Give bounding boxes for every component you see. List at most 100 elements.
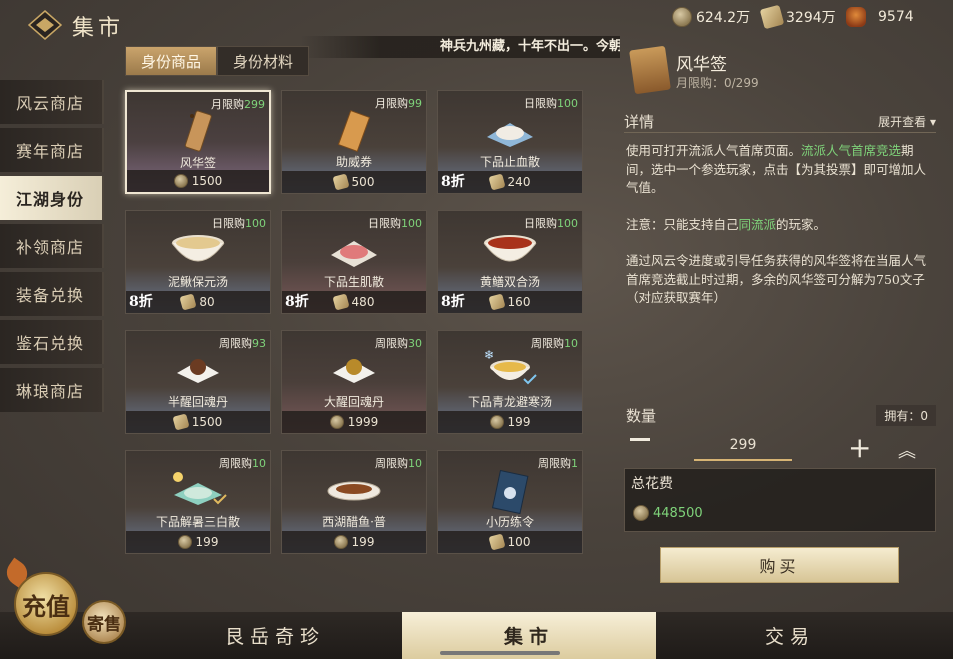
nav-genyue-treasures[interactable]: 艮岳奇珍 — [200, 612, 350, 659]
limit-count: 99 — [408, 97, 422, 110]
item-card[interactable]: 周限购10 下品解暑三白散 199 — [125, 450, 271, 554]
item-card[interactable]: 日限购100 泥鳅保元汤 80 8折 — [125, 210, 271, 314]
coin-icon — [177, 535, 192, 549]
total-cost-value: 448500 — [653, 505, 703, 521]
item-price: 160 — [507, 295, 531, 309]
limit-count: 299 — [244, 98, 265, 111]
powder-green-icon — [168, 469, 228, 513]
price-bar: 199 — [438, 411, 582, 433]
powder-white-icon — [483, 109, 537, 153]
sidebar-item-buling[interactable]: 补领商店 — [0, 224, 104, 268]
limit-text: 周限购93 — [219, 335, 266, 351]
item-card[interactable]: 周限购93 半醒回魂丹 1500 — [125, 330, 271, 434]
desc-paragraph: 使用可打开流派人气首席页面。流派人气首席竞选期间，选中一个参选玩家，点击【为其投… — [626, 142, 936, 198]
market-logo-icon[interactable] — [27, 10, 63, 40]
coin-icon — [489, 415, 504, 429]
item-card[interactable]: 月限购299 风华签 1500 — [125, 90, 271, 194]
price-bar: 199 — [282, 531, 426, 553]
price-bar: 1500 — [127, 170, 269, 192]
item-card[interactable]: 周限购30 大醒回魂丹 1999 — [281, 330, 427, 434]
expand-button[interactable]: 展开查看 ▾ — [878, 113, 936, 130]
currency-ticket-value: 3294万 — [786, 10, 836, 26]
item-price: 199 — [195, 535, 219, 549]
item-name: 大醒回魂丹 — [323, 395, 384, 409]
increase-button[interactable]: + — [848, 434, 871, 462]
item-card[interactable]: 周限购10 ❄ 下品青龙避寒汤 199 — [437, 330, 583, 434]
sidebar-item-jianghu-identity[interactable]: 江湖身份 — [0, 176, 104, 220]
desc-highlight: 同流派 — [738, 216, 777, 232]
home-indicator — [440, 651, 560, 655]
item-card[interactable]: 日限购100 下品生肌散 480 8折 — [281, 210, 427, 314]
limit-count: 100 — [557, 97, 578, 110]
item-name: 泥鳅保元汤 — [167, 275, 228, 289]
currency-coin[interactable]: 624.2万 — [672, 7, 750, 27]
price-bar: 100 — [438, 531, 582, 553]
fish-dish-icon — [324, 469, 384, 513]
quantity-input[interactable]: 299 — [694, 437, 792, 461]
detail-header: 详情 展开查看 ▾ — [624, 111, 936, 133]
shop-sidebar: 风云商店 赛年商店 江湖身份 补领商店 装备兑换 鉴石兑换 琳琅商店 — [0, 80, 104, 416]
recharge-button[interactable]: 充值 — [14, 572, 78, 636]
limit-text: 月限购299 — [211, 96, 265, 112]
item-price: 199 — [507, 415, 531, 429]
sidebar-item-equipment-exchange[interactable]: 装备兑换 — [0, 272, 104, 316]
scroll-icon — [487, 533, 506, 551]
desc-paragraph: 通过风云令进度或引导任务获得的风华签将在当届人气首席竞选截止时过期，多余的风华签… — [626, 253, 927, 305]
tab-identity-goods[interactable]: 身份商品 — [125, 46, 217, 76]
discount-badge: 8折 — [441, 294, 465, 310]
quantity-row: 数量 拥有：0 — [626, 405, 936, 426]
sidebar-item-stone-exchange[interactable]: 鉴石兑换 — [0, 320, 104, 364]
limit-label: 周限购 — [375, 337, 408, 350]
desc-text: 注意：只能支持自己 — [626, 216, 739, 232]
limit-count: 10 — [252, 457, 266, 470]
sidebar-item-fengyun[interactable]: 风云商店 — [0, 80, 104, 124]
coin-icon — [672, 7, 692, 27]
ticket-icon — [759, 4, 785, 30]
item-price: 100 — [507, 535, 531, 549]
currency-bag-value: 9574 — [878, 9, 914, 25]
item-card[interactable]: 周限购1 小历练令 100 — [437, 450, 583, 554]
currency-bag[interactable]: 9574 — [846, 7, 914, 27]
decrease-button[interactable] — [630, 438, 650, 441]
detail-monthly-limit: 月限购：0/299 — [676, 76, 759, 90]
item-card[interactable]: 日限购100 黄鳝双合汤 160 8折 — [437, 210, 583, 314]
item-name: 助威券 — [335, 155, 372, 169]
price-bar: 1999 — [282, 411, 426, 433]
limit-label: 月限购 — [375, 97, 408, 110]
tag-icon — [178, 110, 218, 158]
discount-badge: 8折 — [129, 294, 153, 310]
nav-trade[interactable]: 交易 — [730, 612, 850, 659]
item-card[interactable]: 日限购100 下品止血散 240 8折 — [437, 90, 583, 194]
item-name: 下品青龙避寒汤 — [467, 395, 552, 409]
item-card[interactable]: 周限购10 西湖醋鱼·普 199 — [281, 450, 427, 554]
soup-bowl-icon — [168, 229, 228, 277]
item-price: 480 — [351, 295, 375, 309]
item-name: 半醒回魂丹 — [167, 395, 228, 409]
detail-description: 使用可打开流派人气首席页面。流派人气首席竞选期间，选中一个参选玩家，点击【为其投… — [626, 142, 936, 326]
buy-button[interactable]: 购买 — [660, 547, 899, 583]
item-card[interactable]: 月限购99 助威券 500 — [281, 90, 427, 194]
item-price: 199 — [351, 535, 375, 549]
max-quantity-button[interactable]: ︽ — [898, 437, 916, 463]
owned-count: 拥有：0 — [876, 405, 936, 426]
ticket-icon — [179, 293, 197, 311]
limit-count: 93 — [252, 337, 266, 350]
coin-icon — [329, 415, 344, 429]
currency-ticket[interactable]: 3294万 — [759, 4, 836, 30]
item-price: 1999 — [347, 415, 379, 429]
ticket-icon — [331, 173, 350, 191]
item-name: 下品止血散 — [479, 155, 540, 169]
price-bar: 1500 — [126, 411, 270, 433]
desc-highlight: 流派人气首席竞选 — [801, 143, 902, 158]
item-price: 500 — [351, 175, 375, 189]
sidebar-item-linlang[interactable]: 琳琅商店 — [0, 368, 104, 412]
consign-button[interactable]: 寄售 — [82, 600, 126, 644]
sidebar-item-sainian[interactable]: 赛年商店 — [0, 128, 104, 172]
limit-label: 周限购 — [219, 337, 252, 350]
item-name: 黄鳝双合汤 — [479, 275, 540, 289]
limit-text: 周限购30 — [375, 335, 422, 351]
tab-identity-materials[interactable]: 身份材料 — [217, 46, 309, 76]
quantity-label: 数量 — [626, 407, 657, 425]
limit-text: 月限购99 — [375, 95, 422, 111]
total-cost-box: 总花费 448500 — [624, 468, 936, 532]
